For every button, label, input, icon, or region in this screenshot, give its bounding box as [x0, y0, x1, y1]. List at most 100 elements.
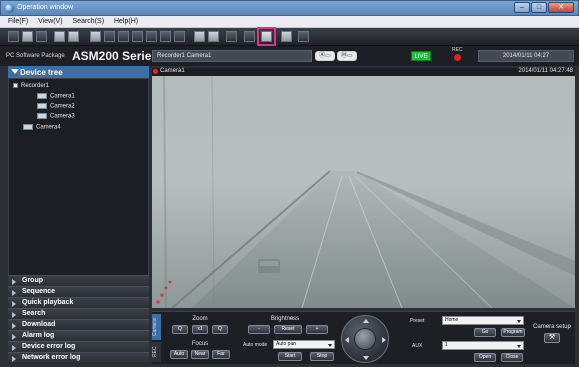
window-title: Operation window — [17, 4, 74, 11]
layout-icon[interactable] — [54, 31, 65, 42]
maximize-button[interactable]: □ — [531, 2, 547, 13]
settings-icon[interactable] — [226, 31, 237, 42]
expand-triangle-icon — [12, 290, 16, 296]
ptz-joystick[interactable] — [341, 315, 389, 363]
grid-icon[interactable] — [160, 31, 171, 42]
display-icon[interactable] — [281, 31, 292, 42]
grid-4-icon[interactable] — [90, 31, 101, 42]
camera-icon — [23, 124, 33, 130]
section-sequence[interactable]: Sequence — [8, 286, 149, 297]
brightness-up-button[interactable]: + — [306, 325, 328, 334]
focus-far-button[interactable]: Far — [212, 350, 230, 359]
zoom-x1-button[interactable]: x1 — [192, 325, 208, 334]
foggy-highway-scene — [152, 76, 575, 308]
expand-triangle-icon — [12, 345, 16, 351]
grid-icon[interactable] — [174, 31, 185, 42]
aux-open-button[interactable]: Open — [474, 353, 496, 362]
rec-label: REC — [452, 47, 463, 53]
brightness-down-button[interactable]: - — [248, 325, 270, 334]
preset-program-button[interactable]: Program — [501, 328, 525, 337]
record-dot-icon[interactable] — [244, 31, 255, 42]
menu-help[interactable]: Help(H) — [106, 16, 138, 25]
camera-live-image[interactable] — [152, 76, 575, 308]
tree-item-camera[interactable]: Camera3 — [37, 113, 75, 120]
section-search[interactable]: Search — [8, 308, 149, 319]
zoom-in-button[interactable]: Q — [212, 325, 228, 334]
close-button[interactable]: ✕ — [548, 2, 574, 13]
tree-item-recorder[interactable]: Recorder1 — [13, 83, 475, 90]
highlighted-toolbar-icon[interactable] — [257, 27, 276, 46]
chevron-down-icon — [517, 320, 521, 323]
focus-auto-button[interactable]: Auto — [170, 350, 188, 359]
grid-icon[interactable] — [194, 31, 205, 42]
grid-9-icon[interactable] — [104, 31, 115, 42]
section-device-error-log[interactable]: Device error log — [8, 341, 149, 352]
window-titlebar: Operation window – □ ✕ — [0, 0, 579, 16]
mic-icon[interactable]: Ⓜ▭ — [337, 51, 357, 61]
grid-icon[interactable] — [208, 31, 219, 42]
section-group[interactable]: Group — [8, 275, 149, 286]
single-view-icon[interactable] — [8, 31, 19, 42]
auto-mode-label: Auto mode — [243, 342, 268, 348]
tree-item-camera[interactable]: Camera1 — [37, 93, 75, 100]
tree-item-camera[interactable]: Camera4 — [23, 124, 61, 131]
camera-setup[interactable]: Camera setup ⚒ — [532, 324, 572, 343]
brand-subtitle: PC Software Package — [6, 53, 65, 59]
preset-select[interactable]: Home — [442, 316, 524, 325]
grid-icon[interactable] — [146, 31, 157, 42]
layout-icon[interactable] — [22, 31, 33, 42]
auto-mode-select[interactable]: Auto pan — [273, 340, 335, 349]
preset-go-button[interactable]: Go — [474, 328, 496, 337]
camera-icon — [37, 113, 47, 119]
section-alarm-log[interactable]: Alarm log — [8, 330, 149, 341]
focus-near-button[interactable]: Near — [191, 350, 209, 359]
expand-triangle-icon — [12, 323, 16, 329]
pan-up-arrow-icon[interactable] — [363, 319, 369, 323]
ptz-center-knob[interactable] — [354, 328, 376, 350]
expand-toggle-icon[interactable] — [13, 83, 18, 88]
minimize-button[interactable]: – — [514, 2, 530, 13]
app-icon — [5, 4, 14, 13]
section-quick-playback[interactable]: Quick playback — [8, 297, 149, 308]
wrench-icon[interactable]: ⚒ — [544, 333, 560, 343]
tab-rec[interactable]: REC — [152, 342, 161, 362]
expand-triangle-icon — [12, 356, 16, 362]
section-network-error-log[interactable]: Network error log — [8, 352, 149, 363]
camera-view-timestamp: 2014/01/11 04:27:48 — [518, 68, 573, 74]
brand-title: ASM200 Series — [72, 49, 159, 63]
section-download[interactable]: Download — [8, 319, 149, 330]
grid-16-icon[interactable] — [118, 31, 129, 42]
camera-icon — [37, 93, 47, 99]
auto-mode-start-button[interactable]: Start — [278, 352, 302, 361]
focus-title: Focus — [191, 341, 209, 347]
brightness-reset-button[interactable]: Reset — [274, 325, 302, 334]
globe-icon[interactable] — [298, 31, 309, 42]
expand-triangle-icon — [12, 301, 16, 307]
layout-icon[interactable] — [68, 31, 79, 42]
tree-item-camera[interactable]: Camera2 — [37, 103, 75, 110]
layout-icon[interactable] — [36, 31, 47, 42]
app-header: PC Software Package ASM200 Series Record… — [0, 46, 579, 66]
aux-close-button[interactable]: Close — [501, 353, 523, 362]
header-datetime: 2014/01/11 04:27 — [478, 50, 574, 62]
tab-camera[interactable]: Camera — [152, 314, 161, 340]
menu-file[interactable]: File(F) — [0, 16, 28, 25]
recording-dot-icon — [153, 69, 158, 74]
pan-left-arrow-icon[interactable] — [345, 337, 349, 343]
device-tree-header[interactable]: Device tree — [8, 66, 149, 78]
menu-search[interactable]: Search(S) — [65, 16, 105, 25]
pan-down-arrow-icon[interactable] — [363, 356, 369, 360]
zoom-out-button[interactable]: Q — [172, 325, 188, 334]
sidebar: Device tree Recorder1 Camera1 Camera2 Ca… — [8, 66, 475, 364]
menu-view[interactable]: View(V) — [30, 16, 62, 25]
aux-select[interactable]: 1 — [442, 341, 524, 350]
audio-icon[interactable]: Ⓐ▭ — [315, 51, 335, 61]
auto-mode-stop-button[interactable]: Stop — [310, 352, 334, 361]
camera-view-name: Camera1 — [160, 68, 185, 74]
pan-right-arrow-icon[interactable] — [382, 337, 386, 343]
live-badge: LIVE — [411, 51, 431, 61]
expand-triangle-icon — [12, 279, 16, 285]
grid-icon[interactable] — [132, 31, 143, 42]
chevron-down-icon — [517, 345, 521, 348]
aux-label: AUX — [412, 343, 423, 349]
